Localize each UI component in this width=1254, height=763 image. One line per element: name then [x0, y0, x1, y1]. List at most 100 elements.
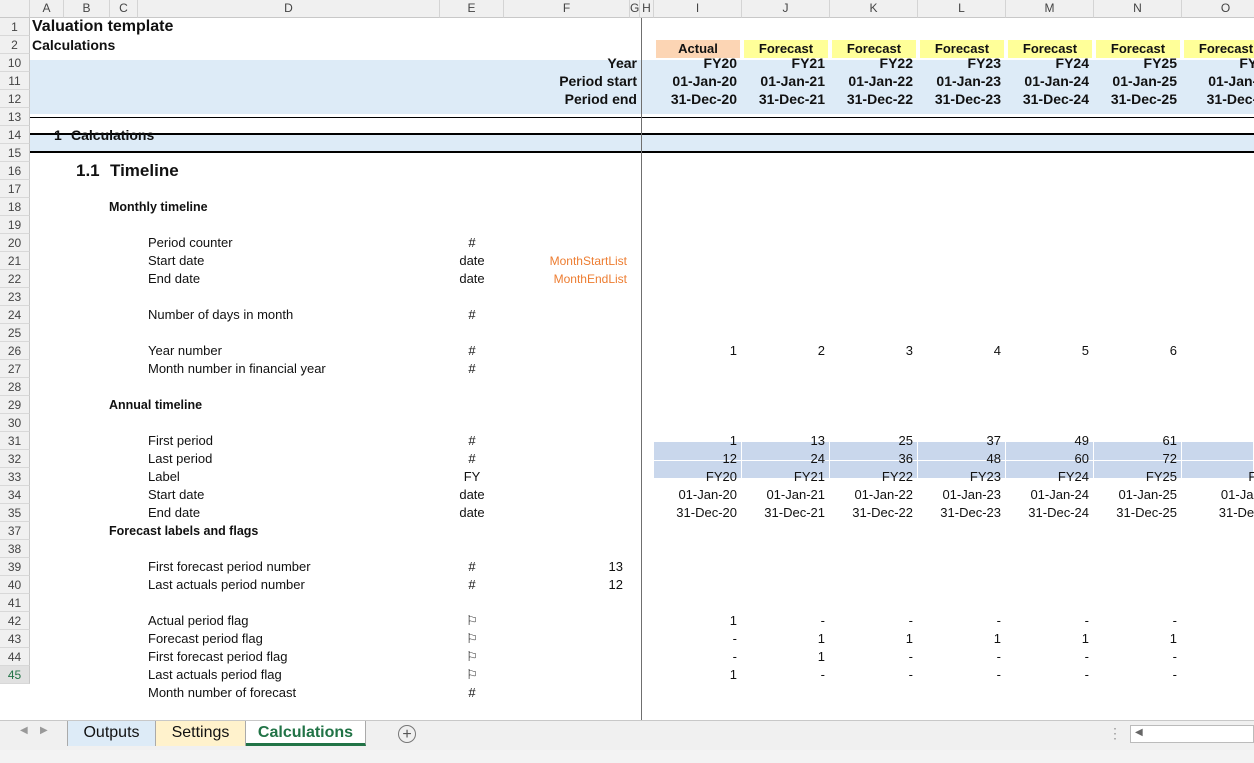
timeline-value: 31-Dec-21 [764, 505, 825, 520]
row-header[interactable]: 26 [0, 342, 30, 360]
row-header[interactable]: 30 [0, 414, 30, 432]
timeline-value: - [732, 649, 737, 664]
timeline-value: 72 [1162, 451, 1177, 466]
row-header[interactable]: 37 [0, 522, 30, 540]
row-header[interactable]: 38 [0, 540, 30, 558]
line-label: End date [148, 271, 201, 286]
column-header[interactable]: E [440, 0, 504, 18]
row-header[interactable]: 39 [0, 558, 30, 576]
section-bottom-border [30, 151, 1254, 153]
page-subtitle: Calculations [32, 37, 116, 53]
column-header[interactable]: A [30, 0, 64, 18]
section-title: Calculations [71, 127, 155, 143]
column-header[interactable]: F [504, 0, 630, 18]
year-value: FY24 [1055, 55, 1089, 71]
row-header[interactable]: 43 [0, 630, 30, 648]
row-header[interactable]: 15 [0, 144, 30, 162]
year-value: FY22 [879, 55, 913, 71]
row-header[interactable]: 20 [0, 234, 30, 252]
column-header[interactable]: M [1006, 0, 1094, 18]
line-label: Forecast period flag [148, 631, 263, 646]
row-header[interactable]: 44 [0, 648, 30, 666]
timeline-value: 1 [1169, 631, 1177, 646]
row-header[interactable]: 40 [0, 576, 30, 594]
year-label: Year [607, 55, 637, 71]
row-header[interactable]: 10 [0, 54, 30, 72]
row-header[interactable]: 19 [0, 216, 30, 234]
row-header[interactable]: 13 [0, 108, 30, 126]
sheet-tab-bar: ◀ ▶ Outputs Settings Calculations + ⋮ ◀ [0, 720, 1254, 751]
row-header[interactable]: 21 [0, 252, 30, 270]
timeline-value: 49 [1074, 433, 1089, 448]
row-header[interactable]: 12 [0, 90, 30, 108]
row-header[interactable]: 14 [0, 126, 30, 144]
row-header[interactable]: 25 [0, 324, 30, 342]
column-header[interactable]: K [830, 0, 918, 18]
row-header[interactable]: 1 [0, 18, 30, 36]
column-header[interactable]: I [654, 0, 742, 18]
select-all-corner[interactable] [0, 0, 30, 18]
horizontal-scrollbar[interactable]: ◀ [1130, 725, 1254, 743]
period-start-value: 01-Jan-23 [936, 73, 1001, 89]
timeline-value: 24 [810, 451, 825, 466]
line-label: Month number in financial year [148, 361, 326, 376]
timeline-value: 01-Jan-21 [766, 487, 825, 502]
row-header[interactable]: 11 [0, 72, 30, 90]
scroll-left-icon[interactable]: ◀ [1135, 727, 1143, 738]
row-header[interactable]: 31 [0, 432, 30, 450]
row-header[interactable]: 35 [0, 504, 30, 522]
tab-calculations[interactable]: Calculations [246, 721, 366, 746]
timeline-value: 6 [1169, 343, 1177, 358]
row-header[interactable]: 41 [0, 594, 30, 612]
year-value: FY23 [967, 55, 1001, 71]
row-header[interactable]: 29 [0, 396, 30, 414]
row-header[interactable]: 45 [0, 666, 30, 684]
timeline-value: 31-Dec- [1218, 505, 1254, 520]
column-header[interactable]: H [640, 0, 654, 18]
row-header[interactable]: 34 [0, 486, 30, 504]
timeline-value: FY25 [1145, 469, 1177, 484]
line-unit: # [468, 307, 476, 322]
row-header[interactable]: 16 [0, 162, 30, 180]
tab-scroll-right-icon[interactable]: ▶ [40, 725, 48, 736]
column-header[interactable]: J [742, 0, 830, 18]
column-header[interactable]: C [110, 0, 138, 18]
column-header[interactable]: B [64, 0, 110, 18]
tab-settings[interactable]: Settings [156, 721, 246, 746]
column-header[interactable]: G [630, 0, 640, 18]
timeline-value: - [908, 649, 913, 664]
row-header[interactable]: 18 [0, 198, 30, 216]
row-header[interactable]: 23 [0, 288, 30, 306]
row-header[interactable]: 42 [0, 612, 30, 630]
column-header[interactable]: N [1094, 0, 1182, 18]
timeline-value: 1 [729, 613, 737, 628]
timeline-value: 4 [993, 343, 1001, 358]
column-header[interactable]: L [918, 0, 1006, 18]
row-header[interactable]: 28 [0, 378, 30, 396]
tab-outputs[interactable]: Outputs [67, 721, 156, 746]
splitter-handle-icon[interactable]: ⋮ [1108, 725, 1122, 742]
tab-scroll-left-icon[interactable]: ◀ [20, 725, 28, 736]
line-label: Number of days in month [148, 307, 294, 322]
period-start-label: Period start [559, 73, 637, 89]
row-header[interactable]: 27 [0, 360, 30, 378]
period-end-value: 31-Dec-24 [1022, 91, 1089, 107]
period-start-value: 01-Jan-20 [672, 73, 737, 89]
add-sheet-icon[interactable]: + [398, 725, 416, 743]
spreadsheet-grid[interactable]: Actual Forecast Forecast Forecast Foreca… [0, 0, 1254, 720]
row-header[interactable]: 2 [0, 36, 30, 54]
column-header[interactable]: D [138, 0, 440, 18]
line-unit: # [468, 235, 476, 250]
row-header[interactable]: 24 [0, 306, 30, 324]
timeline-value: 1 [817, 631, 825, 646]
timeline-value: 01-Jan-23 [942, 487, 1001, 502]
row-header[interactable]: 17 [0, 180, 30, 198]
timeline-value: 01-Jan-24 [1030, 487, 1089, 502]
timeline-value: 7 [1182, 432, 1254, 450]
row-header[interactable]: 33 [0, 468, 30, 486]
row-header[interactable]: 32 [0, 450, 30, 468]
timeline-value: 01-Jan-25 [1118, 487, 1177, 502]
column-header[interactable]: O [1182, 0, 1254, 18]
timeline-value: 31-Dec-24 [1028, 505, 1089, 520]
row-header[interactable]: 22 [0, 270, 30, 288]
